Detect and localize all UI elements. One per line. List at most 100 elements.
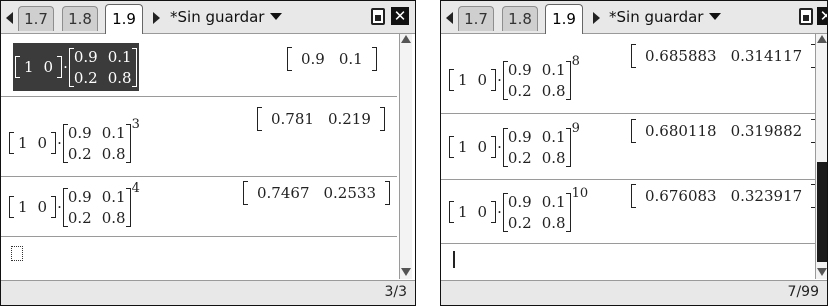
transition-matrix: 0.9 0.1 0.2 0.8 bbox=[62, 123, 131, 163]
tab-1-9[interactable]: 1.9 bbox=[545, 4, 583, 34]
result-cell: 0.685883 bbox=[645, 47, 717, 65]
matrix-cell: 0.9 bbox=[67, 187, 92, 206]
tab-1-7[interactable]: 1.7 bbox=[18, 6, 54, 31]
scroll-up-icon[interactable] bbox=[401, 35, 411, 43]
multiply-operator: · bbox=[63, 58, 68, 76]
scroll-up-icon[interactable] bbox=[817, 35, 827, 43]
matrix-cell: 0.2 bbox=[67, 208, 92, 227]
matrix-cell: 0.1 bbox=[101, 187, 126, 206]
title-bar: 1.7 1.8 1.9 *Sin guardar ✕ bbox=[1, 1, 415, 34]
row-vector-cell: 1 bbox=[24, 58, 34, 76]
transition-matrix: 0.9 0.1 0.2 0.8 bbox=[68, 47, 137, 87]
transition-matrix: 0.9 0.1 0.2 0.8 bbox=[502, 127, 571, 167]
history-entry[interactable]: 10 · 0.9 0.1 0.2 0.8 3 0.781 0.219 bbox=[1, 97, 397, 177]
matrix-cell: 0.8 bbox=[101, 144, 126, 163]
scrollbar[interactable] bbox=[399, 34, 412, 279]
result-cell: 0.2533 bbox=[323, 184, 377, 202]
input-expression[interactable]: 10 · 0.9 0.1 0.2 0.8 9 bbox=[447, 121, 582, 171]
scroll-down-icon[interactable] bbox=[817, 268, 827, 276]
result-cell: 0.781 bbox=[271, 110, 314, 128]
text-cursor bbox=[453, 251, 455, 268]
input-expression[interactable]: 10 · 0.9 0.1 0.2 0.8 4 bbox=[7, 181, 142, 231]
history-entry[interactable]: 10 · 0.9 0.1 0.2 0.8 9 0.680118 0.319882 bbox=[441, 114, 817, 180]
status-bar: 7/99 bbox=[441, 280, 827, 305]
row-vector-cell: 0 bbox=[477, 138, 488, 156]
close-icon[interactable]: ✕ bbox=[391, 7, 409, 25]
tab-scroll-right-icon[interactable] bbox=[153, 12, 160, 24]
result-vector[interactable]: 0.676083 0.323917 bbox=[631, 184, 817, 208]
result-vector[interactable]: 0.685883 0.314117 bbox=[631, 44, 817, 68]
entry-counter: 3/3 bbox=[384, 284, 407, 300]
matrix-cell: 0.1 bbox=[541, 60, 566, 79]
scroll-thumb[interactable] bbox=[817, 162, 827, 262]
row-vector-cell: 0 bbox=[477, 71, 488, 89]
document-title[interactable]: *Sin guardar bbox=[609, 8, 722, 26]
tab-1-7[interactable]: 1.7 bbox=[458, 6, 494, 31]
transition-matrix: 0.9 0.1 0.2 0.8 bbox=[62, 187, 131, 227]
entry-line[interactable] bbox=[1, 237, 397, 267]
calculator-screen-right: 1.7 1.8 1.9 *Sin guardar ✕ 10 · 0.90.1 0… bbox=[440, 0, 828, 306]
matrix-cell: 0.9 bbox=[507, 127, 532, 146]
tab-1-8[interactable]: 1.8 bbox=[62, 6, 98, 31]
row-vector-cell: 1 bbox=[458, 71, 468, 89]
row-vector-cell: 0 bbox=[43, 58, 54, 76]
entry-counter: 7/99 bbox=[787, 284, 819, 300]
exponent: 4 bbox=[131, 181, 140, 196]
input-expression[interactable]: 10 · 0.9 0.1 0.2 0.8 bbox=[13, 43, 139, 91]
empty-template-box[interactable] bbox=[11, 246, 23, 261]
row-vector-cell: 1 bbox=[18, 134, 28, 152]
calculator-screen-left: 1.7 1.8 1.9 *Sin guardar ✕ 10 · 0.9 0.1 0… bbox=[0, 0, 416, 306]
history-entry[interactable]: 10 · 0.9 0.1 0.2 0.8 4 0.7467 0.2533 bbox=[1, 177, 397, 237]
row-vector: 10 bbox=[15, 56, 63, 78]
title-bar: 1.7 1.8 1.9 *Sin guardar ✕ bbox=[441, 1, 827, 34]
close-icon[interactable]: ✕ bbox=[817, 7, 827, 25]
result-vector[interactable]: 0.7467 0.2533 bbox=[243, 181, 390, 205]
result-vector[interactable]: 0.680118 0.319882 bbox=[631, 119, 817, 143]
chevron-down-icon bbox=[709, 13, 722, 20]
document-title-label: *Sin guardar bbox=[609, 8, 704, 26]
battery-icon bbox=[799, 8, 813, 25]
result-cell: 0.323917 bbox=[730, 187, 803, 205]
exponent: 9 bbox=[571, 121, 580, 136]
input-expression[interactable]: 10 · 0.9 0.1 0.2 0.8 3 bbox=[7, 117, 142, 167]
tab-1-8[interactable]: 1.8 bbox=[502, 6, 538, 31]
tab-1-9[interactable]: 1.9 bbox=[105, 4, 143, 34]
scroll-down-icon[interactable] bbox=[401, 268, 411, 276]
exponent: 8 bbox=[571, 54, 580, 69]
row-vector-cell: 1 bbox=[18, 198, 28, 216]
input-expression[interactable]: 10 · 0.9 0.1 0.2 0.8 8 bbox=[447, 54, 582, 104]
matrix-cell: 0.8 bbox=[107, 68, 132, 87]
matrix-cell: 0.8 bbox=[541, 213, 566, 232]
result-cell: 0.7467 bbox=[257, 184, 310, 202]
history-entry[interactable]: 10 · 0.9 0.1 0.2 0.8 10 0.676083 0.323917 bbox=[441, 180, 817, 244]
result-vector[interactable]: 0.9 0.1 bbox=[287, 47, 377, 71]
row-vector: 10 bbox=[449, 69, 497, 91]
row-vector-cell: 0 bbox=[477, 203, 488, 221]
scrollbar[interactable] bbox=[815, 34, 827, 279]
history-entry[interactable]: 10 · 0.9 0.1 0.2 0.8 0.9 0.1 bbox=[1, 34, 397, 97]
matrix-cell: 0.2 bbox=[507, 148, 532, 167]
tab-scroll-right-icon[interactable] bbox=[593, 12, 600, 24]
row-vector-cell: 0 bbox=[37, 198, 48, 216]
matrix-cell: 0.1 bbox=[101, 123, 126, 142]
row-vector: 10 bbox=[9, 132, 57, 154]
result-cell: 0.676083 bbox=[645, 187, 717, 205]
row-vector: 10 bbox=[9, 196, 57, 218]
matrix-cell: 0.8 bbox=[101, 208, 126, 227]
tab-scroll-left-icon[interactable] bbox=[446, 12, 453, 24]
result-cell: 0.680118 bbox=[645, 122, 717, 140]
matrix-cell: 0.2 bbox=[507, 81, 532, 100]
matrix-cell: 0.1 bbox=[107, 47, 132, 66]
row-vector-cell: 1 bbox=[458, 138, 468, 156]
matrix-cell: 0.9 bbox=[73, 47, 98, 66]
entry-line[interactable] bbox=[441, 244, 815, 274]
result-vector[interactable]: 0.781 0.219 bbox=[257, 107, 385, 131]
tab-scroll-left-icon[interactable] bbox=[6, 12, 13, 24]
document-title[interactable]: *Sin guardar bbox=[170, 8, 283, 26]
matrix-cell: 0.2 bbox=[507, 213, 532, 232]
input-expression[interactable]: 10 · 0.9 0.1 0.2 0.8 10 bbox=[447, 186, 590, 236]
transition-matrix: 0.9 0.1 0.2 0.8 bbox=[502, 60, 571, 100]
history-entry[interactable]: 10 · 0.9 0.1 0.2 0.8 8 0.685883 0.314117 bbox=[441, 34, 817, 114]
document-title-label: *Sin guardar bbox=[170, 8, 265, 26]
row-vector: 10 bbox=[449, 201, 497, 223]
